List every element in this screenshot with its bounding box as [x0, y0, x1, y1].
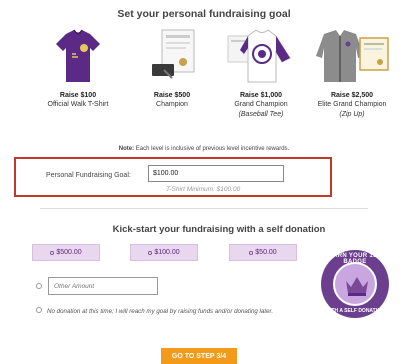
radio-icon [148, 250, 153, 255]
donation-amount-100[interactable]: $100.00 [130, 244, 198, 261]
goal-label: Personal Fundraising Goal: [46, 172, 131, 179]
donation-amount-50[interactable]: $50.00 [229, 244, 297, 261]
no-donation-radio[interactable] [36, 307, 42, 313]
reward-level: Raise $500 [153, 92, 191, 99]
radio-icon [249, 250, 254, 255]
tshirt-icon [48, 26, 108, 86]
reward-level: Raise $100 [59, 92, 97, 99]
donation-amount-label: $50.00 [255, 249, 277, 256]
reward-grand-champion: Raise $1,000 Grand Champion (Baseball Te… [215, 26, 307, 120]
fundraising-goal-panel: Personal Fundraising Goal: T-Shirt Minim… [14, 157, 332, 197]
reward-elite-grand-champion: Raise $2,500 Elite Grand Champion (Zip U… [306, 26, 398, 120]
badge-inner [333, 262, 377, 306]
reward-sub: (Baseball Tee) [238, 111, 284, 118]
reward-name: Champion [156, 101, 188, 108]
baseball-tee-icon [226, 26, 296, 86]
reward-champion: Raise $500 Champion [126, 26, 218, 110]
reward-tshirt: Raise $100 Official Walk T-Shirt [32, 26, 124, 110]
note-label: Note: [118, 146, 135, 152]
donation-amount-label: $500.00 [56, 249, 82, 256]
reward-level: Raise $1,000 [239, 92, 283, 99]
crown-icon [346, 277, 368, 296]
goal-title: Set your personal fundraising goal [117, 8, 291, 20]
reward-level: Raise $2,500 [330, 92, 374, 99]
zip-up-hoodie-icon [312, 26, 392, 86]
reward-name: Grand Champion [234, 101, 288, 108]
donation-amount-label: $100.00 [154, 249, 180, 256]
note-text: Each level is inclusive of previous leve… [135, 146, 290, 152]
donation-amount-500[interactable]: $500.00 [32, 244, 100, 261]
section-divider [40, 208, 368, 209]
no-donation-text: No donation at this time; I will reach m… [47, 308, 274, 315]
reward-sub: (Zip Up) [339, 111, 365, 118]
badge-bottom-text: WITH A SELF DONATION [325, 308, 385, 314]
radio-icon [50, 250, 55, 255]
reward-name: Official Walk T-Shirt [47, 101, 109, 108]
certificate-icon [142, 26, 202, 86]
other-amount-radio[interactable] [36, 283, 42, 289]
goal-minimum: T-Shirt Minimum: $100.00 [166, 186, 241, 193]
reward-name: Elite Grand Champion [317, 101, 387, 108]
rewards-note: Note: Each level is inclusive of previou… [0, 146, 408, 152]
donation-title: Kick-start your fundraising with a self … [112, 224, 326, 235]
go-to-step-3-button[interactable]: GO TO STEP 3/4 [161, 348, 237, 364]
fundraising-goal-input[interactable] [148, 165, 284, 182]
other-amount-input[interactable] [48, 277, 158, 295]
first-badge-icon: EARN YOUR 1ST BADGE WITH A SELF DONATION [321, 250, 389, 318]
